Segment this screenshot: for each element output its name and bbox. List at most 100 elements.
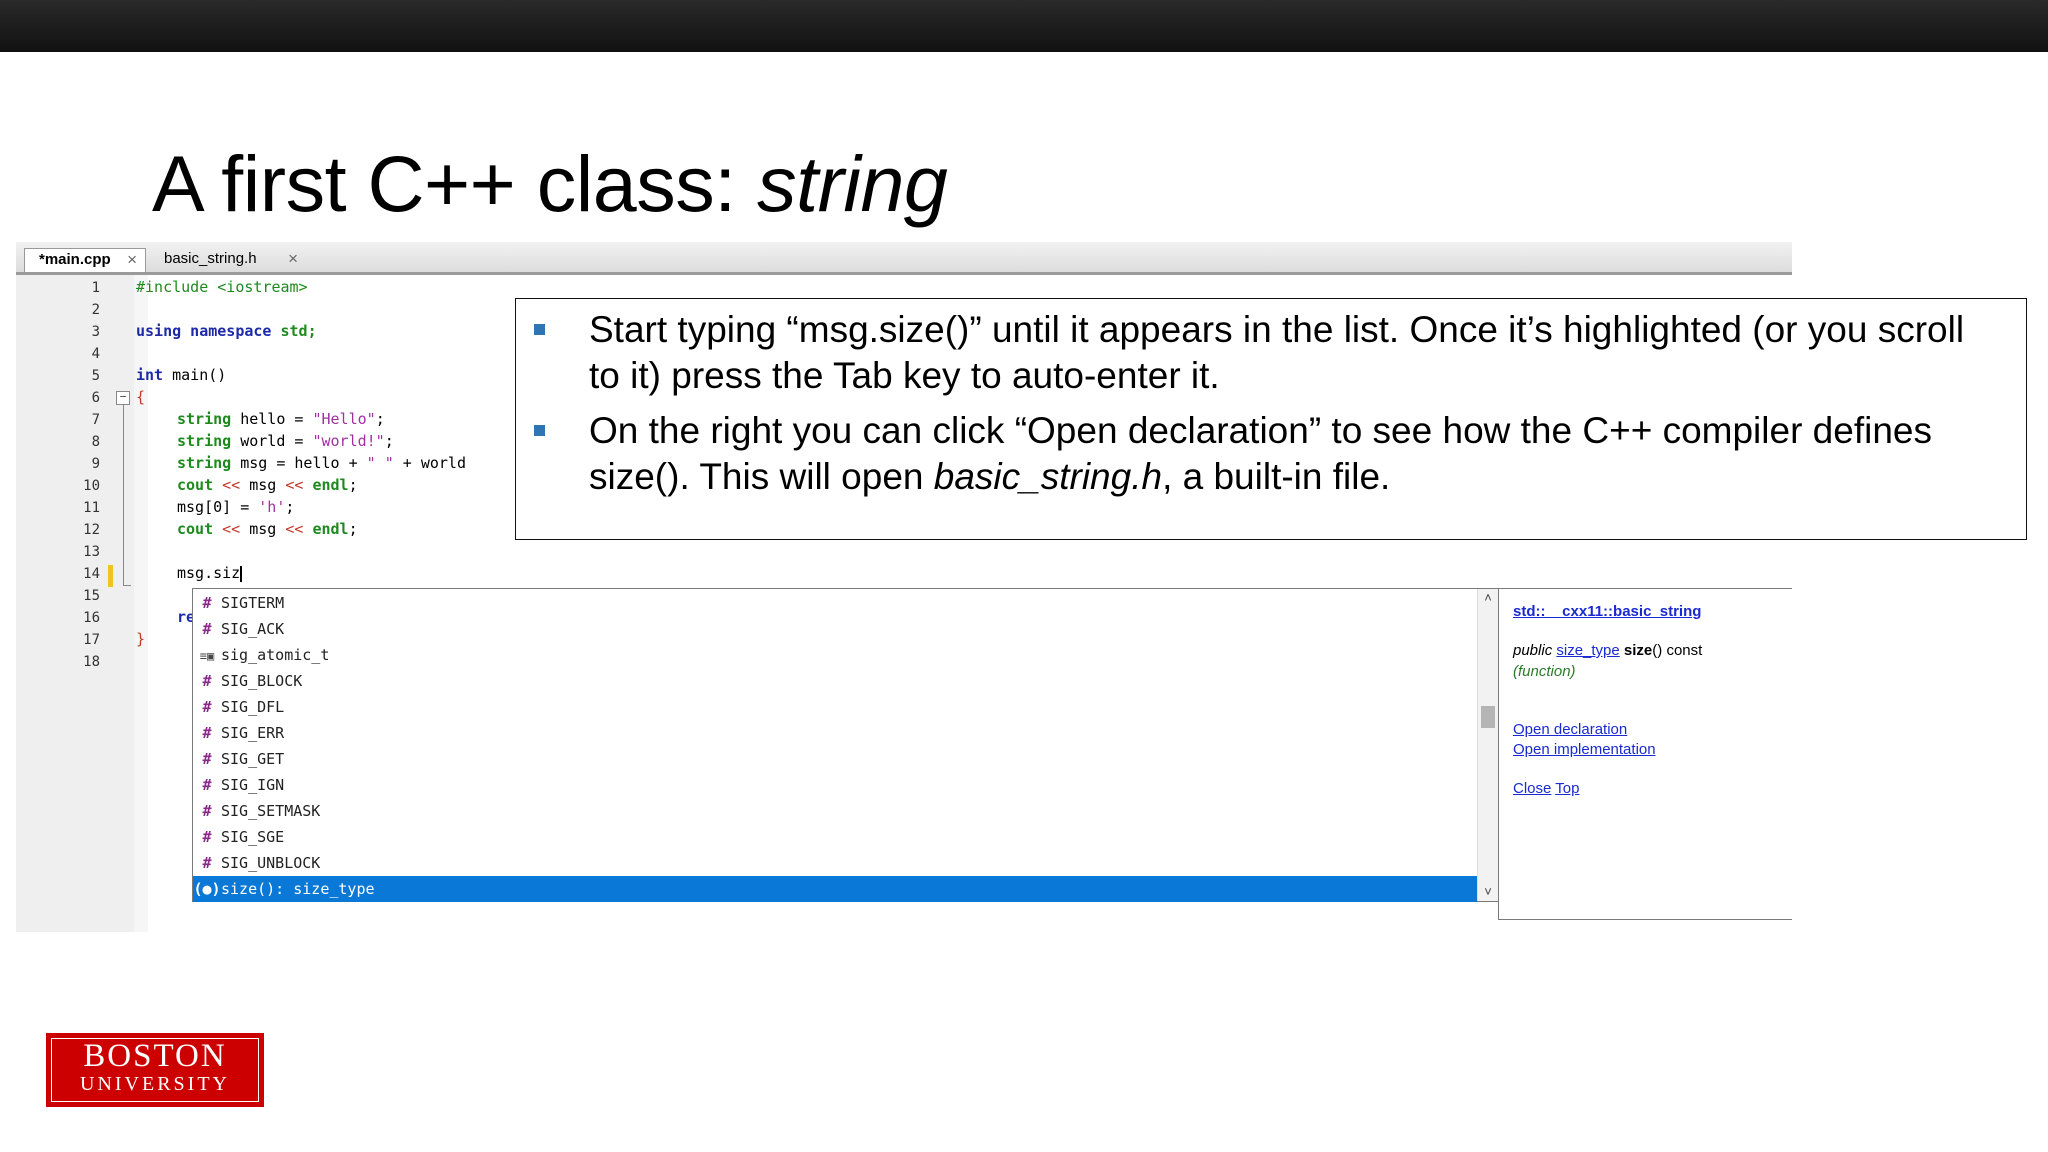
- top-bar: [0, 0, 2048, 52]
- line-number: 1: [91, 280, 100, 296]
- code-line-14[interactable]: msg.siz: [177, 564, 243, 582]
- open-implementation-link[interactable]: Open implementation: [1513, 741, 1656, 758]
- instruction-bullet-1: Start typing “msg.size()” until it appea…: [534, 307, 2004, 399]
- autocomplete-item[interactable]: # SIG_ERR: [193, 720, 1477, 746]
- close-top-links: Close Top: [1513, 780, 1579, 797]
- autocomplete-list[interactable]: # SIGTERM # SIG_ACK ≡▣ sig_atomic_t # SIG_BLOCK…: [192, 588, 1498, 902]
- autocomplete-item[interactable]: # SIG_IGN: [193, 772, 1477, 798]
- line-number: 17: [83, 632, 100, 648]
- fold-guide: [123, 405, 124, 585]
- autocomplete-item-label: SIG_BLOCK: [221, 672, 303, 690]
- autocomplete-item-label: SIG_ACK: [221, 620, 285, 638]
- code-line-5[interactable]: int main(): [136, 366, 226, 384]
- autocomplete-item-label: SIG_SGE: [221, 828, 285, 846]
- tab-main-cpp-label: *main.cpp: [39, 251, 111, 268]
- editor-tab-bar: *main.cpp × basic_string.h ×: [16, 242, 1792, 275]
- macro-icon: #: [202, 698, 212, 716]
- scroll-thumb[interactable]: [1481, 706, 1495, 728]
- macro-icon: #: [202, 672, 212, 690]
- code-line-7[interactable]: string hello = "Hello";: [177, 410, 385, 428]
- autocomplete-item-label: size(): size_type: [221, 880, 375, 898]
- autocomplete-item[interactable]: # SIGTERM: [193, 590, 1477, 616]
- macro-icon: #: [202, 594, 212, 612]
- autocomplete-item[interactable]: # SIG_SGE: [193, 824, 1477, 850]
- fold-guide-end: [123, 585, 131, 586]
- macro-icon: #: [202, 750, 212, 768]
- autocomplete-item[interactable]: # SIG_SETMASK: [193, 798, 1477, 824]
- line-number: 12: [83, 522, 100, 538]
- tab-basic-string-h[interactable]: basic_string.h ×: [150, 248, 306, 272]
- code-line-10[interactable]: cout << msg << endl;: [177, 476, 358, 494]
- macro-icon: #: [202, 828, 212, 846]
- close-link[interactable]: Close: [1513, 780, 1551, 797]
- method-icon: (●): [193, 880, 221, 898]
- symbol-info-panel: std::__cxx11::basic_string public size_t…: [1498, 588, 1792, 920]
- tab-main-cpp[interactable]: *main.cpp ×: [24, 248, 146, 272]
- code-line-12[interactable]: cout << msg << endl;: [177, 520, 358, 538]
- code-line-17[interactable]: }: [136, 630, 145, 648]
- macro-icon: #: [202, 620, 212, 638]
- code-line-1[interactable]: #include <iostream>: [136, 278, 308, 296]
- autocomplete-item[interactable]: ≡▣ sig_atomic_t: [193, 642, 1477, 668]
- code-line-6[interactable]: {: [136, 388, 145, 406]
- line-number: 7: [91, 412, 100, 428]
- logo-line-2: UNIVERSITY: [80, 1073, 230, 1095]
- line-number: 18: [83, 654, 100, 670]
- autocomplete-item-label: SIG_UNBLOCK: [221, 854, 321, 872]
- instruction-box: Start typing “msg.size()” until it appea…: [515, 298, 2027, 540]
- macro-icon: #: [202, 802, 212, 820]
- autocomplete-item[interactable]: (●)size(): size_type: [193, 876, 1477, 902]
- autocomplete-item-label: SIG_DFL: [221, 698, 285, 716]
- line-number: 15: [83, 588, 100, 604]
- autocomplete-item-label: SIG_ERR: [221, 724, 285, 742]
- code-line-9[interactable]: string msg = hello + " " + world: [177, 454, 466, 472]
- macro-icon: #: [202, 776, 212, 794]
- line-number: 10: [83, 478, 100, 494]
- open-declaration-link[interactable]: Open declaration: [1513, 721, 1627, 738]
- close-icon[interactable]: ×: [127, 249, 137, 271]
- line-number: 11: [83, 500, 100, 516]
- autocomplete-item[interactable]: # SIG_ACK: [193, 616, 1477, 642]
- macro-icon: #: [202, 854, 212, 872]
- autocomplete-item-label: SIG_SETMASK: [221, 802, 321, 820]
- autocomplete-item-label: SIG_GET: [221, 750, 285, 768]
- autocomplete-item[interactable]: # SIG_BLOCK: [193, 668, 1477, 694]
- top-link[interactable]: Top: [1555, 780, 1579, 797]
- macro-icon: #: [202, 724, 212, 742]
- autocomplete-item[interactable]: # SIG_GET: [193, 746, 1477, 772]
- code-line-8[interactable]: string world = "world!";: [177, 432, 394, 450]
- close-icon[interactable]: ×: [288, 248, 298, 270]
- autocomplete-item-label: SIG_IGN: [221, 776, 285, 794]
- symbol-kind: (function): [1513, 663, 1576, 680]
- modified-line-marker: [108, 565, 113, 587]
- slide-title: A first C++ class: string: [152, 139, 948, 228]
- boston-university-logo: BOSTON UNIVERSITY: [46, 1033, 264, 1107]
- autocomplete-scrollbar[interactable]: ˄ ˅: [1477, 589, 1498, 901]
- scroll-down-icon[interactable]: ˅: [1478, 883, 1498, 901]
- text-cursor: [240, 565, 243, 582]
- autocomplete-item-label: SIGTERM: [221, 594, 285, 612]
- line-number: 14: [83, 566, 100, 582]
- line-number: 2: [91, 302, 100, 318]
- code-line-3[interactable]: using namespace std;: [136, 322, 317, 340]
- fold-toggle-icon[interactable]: −: [116, 391, 130, 405]
- typedef-icon: ≡▣: [199, 649, 215, 663]
- autocomplete-item[interactable]: # SIG_DFL: [193, 694, 1477, 720]
- line-number: 13: [83, 544, 100, 560]
- instruction-bullet-2: On the right you can click “Open declara…: [534, 408, 2004, 500]
- line-number: 6: [91, 390, 100, 406]
- line-number: 4: [91, 346, 100, 362]
- line-number: 8: [91, 434, 100, 450]
- line-number: 9: [91, 456, 100, 472]
- line-number: 16: [83, 610, 100, 626]
- autocomplete-item[interactable]: # SIG_UNBLOCK: [193, 850, 1477, 876]
- function-signature: public size_type size() const: [1513, 642, 1703, 659]
- code-line-11[interactable]: msg[0] = 'h';: [177, 498, 294, 516]
- bullet-icon: [534, 425, 545, 436]
- line-number: 3: [91, 324, 100, 340]
- size-type-link[interactable]: size_type: [1556, 642, 1619, 659]
- line-number: 5: [91, 368, 100, 384]
- class-link[interactable]: std::__cxx11::basic_string: [1513, 603, 1701, 620]
- logo-line-1: BOSTON: [83, 1038, 227, 1074]
- scroll-up-icon[interactable]: ˄: [1478, 589, 1498, 607]
